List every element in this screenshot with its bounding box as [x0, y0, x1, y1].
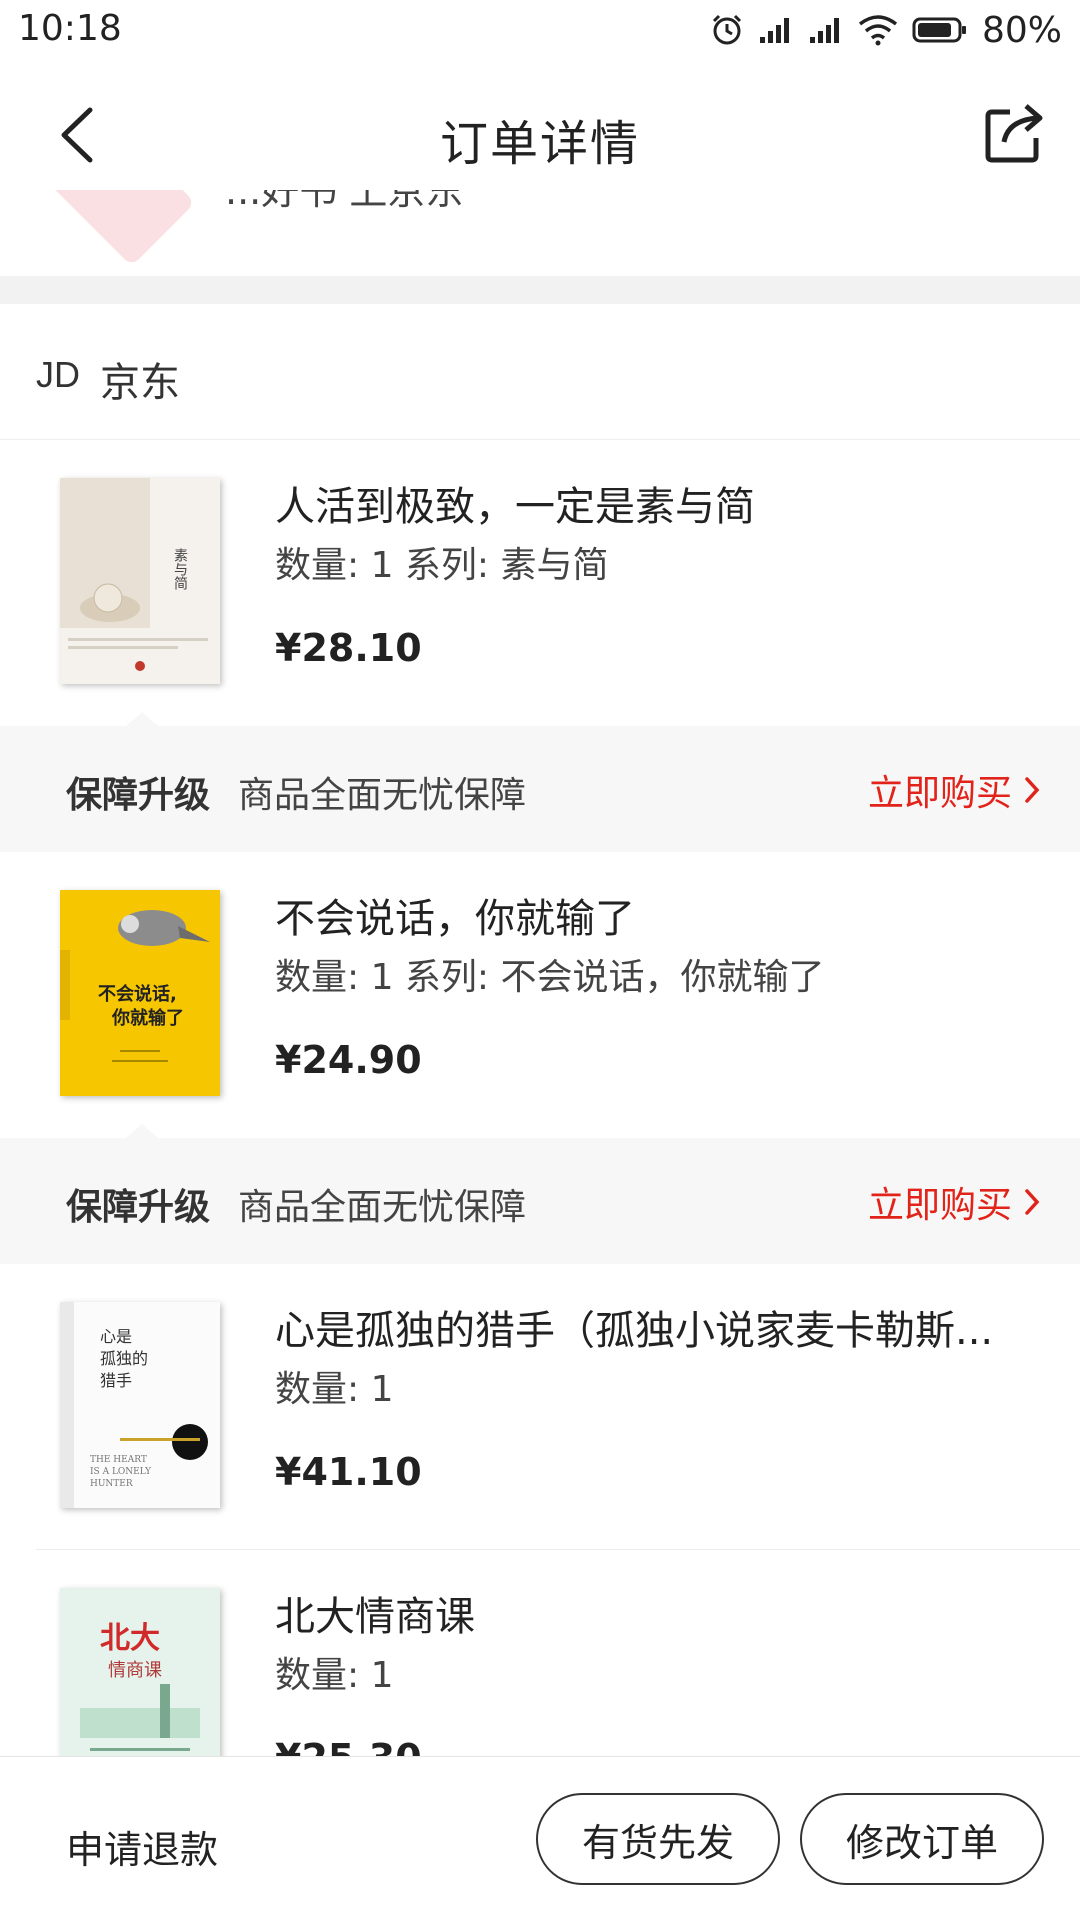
shop-banner-remnant: ...好书 上京东 [0, 190, 1080, 276]
product-title: 心是孤独的猎手（孤独小说家麦卡勒斯... [275, 1308, 994, 1354]
ship-available-button[interactable]: 有货先发 [536, 1793, 780, 1885]
header: 订单详情 [0, 64, 1080, 204]
svg-text:孤独的: 孤独的 [100, 1349, 148, 1368]
banner-text: ...好书 上京东 [225, 190, 464, 213]
protection-label: 保障升级 [66, 1187, 211, 1228]
buy-now-label: 立即购买 [867, 773, 1012, 814]
product-price: ¥41.10 [275, 1450, 422, 1494]
protection-desc: 商品全面无忧保障 [238, 1187, 527, 1228]
product-cover: 心是 孤独的 猎手 THE HEART IS A LONELY HUNTER [60, 1302, 220, 1508]
protection-row: 保障升级 商品全面无忧保障 立即购买 [0, 712, 1080, 852]
svg-text:THE HEART: THE HEART [90, 1455, 147, 1465]
svg-text:猎手: 猎手 [100, 1371, 132, 1390]
product-meta: 数量: 1 系列: 不会说话，你就输了 [275, 957, 825, 998]
product-cover: 素与简 [60, 478, 220, 684]
svg-text:你就输了: 你就输了 [111, 1007, 184, 1029]
notch-pointer [126, 712, 158, 726]
bottom-action-bar: 申请退款 有货先发 修改订单 [0, 1756, 1080, 1920]
page-title: 订单详情 [439, 116, 640, 172]
product-price: ¥28.10 [275, 626, 422, 670]
status-bar: 10:18 80% [0, 0, 1080, 64]
svg-text:素与简: 素与简 [172, 548, 188, 590]
product-price: ¥24.90 [275, 1038, 422, 1082]
signal-icon [759, 18, 789, 43]
buy-now-link[interactable]: 立即购买 [868, 1176, 1040, 1228]
status-time: 10:18 [18, 8, 122, 49]
alarm-icon [712, 14, 742, 45]
product-title: 不会说话，你就输了 [275, 896, 635, 942]
signal-icon-2 [809, 18, 839, 43]
section-separator [0, 276, 1080, 304]
product-item[interactable]: 素与简 人活到极致，一定是素与简 数量: 1 系列: 素与简 ¥28.10 [0, 440, 1080, 726]
jd-logo-icon: JD [36, 354, 80, 395]
refund-link[interactable]: 申请退款 [66, 1819, 218, 1874]
status-icons: 80% [710, 8, 1062, 52]
product-meta: 数量: 1 系列: 素与简 [275, 545, 609, 586]
svg-text:IS A LONELY: IS A LONELY [90, 1467, 152, 1477]
share-icon [985, 104, 1043, 163]
notch-pointer [126, 1124, 158, 1138]
product-item[interactable]: 心是 孤独的 猎手 THE HEART IS A LONELY HUNTER 心… [0, 1264, 1080, 1550]
buy-now-link[interactable]: 立即购买 [868, 764, 1040, 816]
svg-text:情商课: 情商课 [108, 1660, 162, 1681]
product-title: 人活到极致，一定是素与简 [275, 484, 755, 530]
shop-row[interactable]: JD 京东 [0, 304, 1080, 440]
product-title: 北大情商课 [275, 1594, 475, 1640]
product-meta: 数量: 1 [275, 1655, 394, 1696]
protection-label: 保障升级 [66, 775, 211, 816]
svg-text:心是: 心是 [100, 1327, 132, 1346]
modify-order-button[interactable]: 修改订单 [800, 1793, 1044, 1885]
shop-name: 京东 [100, 360, 180, 406]
protection-desc: 商品全面无忧保障 [238, 775, 527, 816]
svg-text:北大: 北大 [100, 1621, 160, 1656]
buy-now-label: 立即购买 [867, 1185, 1012, 1226]
battery-icon [912, 17, 966, 43]
product-cover: 不会说话, 你就输了 [60, 890, 220, 1096]
svg-text:HUNTER: HUNTER [90, 1479, 133, 1489]
battery-percent: 80% [981, 9, 1062, 51]
banner-graphic [32, 190, 196, 267]
product-meta: 数量: 1 [275, 1369, 394, 1410]
svg-text:不会说话,: 不会说话, [98, 983, 177, 1005]
wifi-icon [858, 15, 898, 46]
chevron-right-icon [1025, 777, 1040, 803]
share-button[interactable] [980, 98, 1050, 168]
product-item[interactable]: 不会说话, 你就输了 不会说话，你就输了 数量: 1 系列: 不会说话，你就输了… [0, 852, 1080, 1138]
protection-row: 保障升级 商品全面无忧保障 立即购买 [0, 1124, 1080, 1264]
chevron-right-icon [1025, 1189, 1040, 1215]
